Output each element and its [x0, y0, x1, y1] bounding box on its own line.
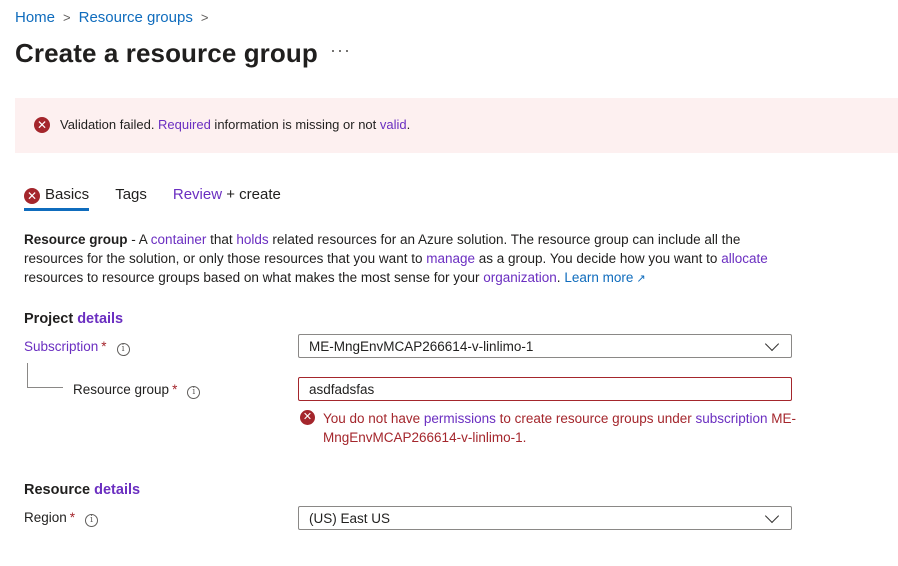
resource-details-link[interactable]: details: [94, 482, 140, 498]
resource-group-error: ✕ You do not have permissions to create …: [300, 409, 800, 447]
subscription-dropdown[interactable]: ME-MngEnvMCAP266614-v-linlimo-1: [298, 334, 792, 358]
organization-link[interactable]: organization: [483, 270, 557, 285]
info-icon[interactable]: i: [85, 514, 99, 527]
description-text: as a group. You decide how you want to: [475, 251, 722, 266]
region-label-text: Region: [24, 510, 67, 525]
tab-tags-label: Tags: [115, 186, 147, 203]
more-options-button[interactable]: ···: [330, 40, 351, 61]
tree-connector: [27, 387, 63, 388]
section-title-text: Resource: [24, 482, 95, 498]
subscription-label: Subscription * i: [24, 339, 130, 356]
banner-valid-link[interactable]: valid: [380, 117, 407, 132]
tab-review-link[interactable]: Review: [173, 186, 222, 203]
description-text: - A: [127, 232, 151, 247]
info-icon[interactable]: i: [116, 343, 130, 356]
region-label: Region * i: [24, 510, 99, 527]
chevron-down-icon: [764, 508, 780, 523]
banner-text-2: information is missing or not: [210, 117, 380, 132]
resource-details-heading: Resource details: [24, 482, 140, 498]
error-text-part: You do not have: [323, 411, 424, 426]
breadcrumb-resource-groups-link[interactable]: Resource groups: [79, 9, 193, 26]
page-title: Create a resource group: [15, 38, 318, 68]
resource-group-input[interactable]: asdfadsfas: [298, 377, 792, 401]
permissions-link[interactable]: permissions: [424, 411, 496, 426]
required-asterisk: *: [172, 382, 178, 397]
error-text-part: to create resource groups under: [495, 411, 696, 426]
banner-text-1: Validation failed.: [60, 117, 159, 132]
project-details-link[interactable]: details: [77, 311, 123, 327]
tab-review-create[interactable]: Review + create: [173, 186, 281, 209]
banner-message: Validation failed. Required information …: [60, 117, 410, 132]
project-details-heading: Project details: [24, 311, 123, 327]
chevron-right-icon: >: [200, 10, 209, 25]
allocate-link[interactable]: allocate: [721, 251, 768, 266]
tab-basics[interactable]: ✕ Basics: [24, 186, 90, 211]
description-bold: Resource group: [24, 232, 128, 247]
region-value: (US) East US: [309, 510, 391, 526]
required-asterisk: *: [69, 510, 76, 525]
container-link[interactable]: container: [151, 232, 207, 247]
chevron-down-icon: [764, 336, 780, 351]
tab-basics-label: Basics: [45, 186, 90, 203]
required-asterisk: *: [101, 339, 107, 354]
validation-error-banner: ✕ Validation failed. Required informatio…: [15, 98, 898, 153]
breadcrumb-home-link[interactable]: Home: [15, 9, 55, 26]
tab-bar: ✕ Basics Tags Review + create: [24, 186, 307, 211]
manage-link[interactable]: manage: [426, 251, 475, 266]
error-circle-icon: ✕: [300, 410, 315, 425]
error-circle-icon: ✕: [24, 188, 40, 204]
description-text: that: [206, 232, 237, 247]
section-title-text: Project: [24, 311, 78, 327]
resource-group-label-text: Resource group: [73, 382, 170, 397]
banner-text-3: .: [406, 117, 411, 132]
subscription-link[interactable]: Subscription: [24, 339, 98, 354]
tab-tags[interactable]: Tags: [115, 186, 147, 209]
breadcrumb: Home > Resource groups >: [15, 9, 216, 26]
resource-group-description: Resource group - A container that holds …: [24, 230, 784, 289]
error-text: You do not have permissions to create re…: [300, 409, 800, 447]
tab-review-label: + create: [222, 186, 281, 203]
learn-more-link[interactable]: Learn more: [564, 270, 633, 285]
resource-group-label: Resource group * i: [73, 382, 201, 399]
tree-connector: [27, 363, 28, 387]
chevron-right-icon: >: [63, 10, 71, 25]
description-text: resources to resource groups based on wh…: [24, 270, 484, 285]
banner-required-link[interactable]: Required: [158, 117, 211, 132]
holds-link[interactable]: holds: [236, 232, 268, 247]
resource-group-value: asdfadsfas: [309, 381, 375, 397]
subscription-error-link[interactable]: subscription: [696, 411, 768, 426]
subscription-value: ME-MngEnvMCAP266614-v-linlimo-1: [309, 338, 534, 354]
region-dropdown[interactable]: (US) East US: [298, 506, 792, 530]
external-link-icon: ↗: [636, 273, 646, 285]
error-circle-icon: ✕: [34, 117, 50, 133]
info-icon[interactable]: i: [187, 386, 201, 399]
